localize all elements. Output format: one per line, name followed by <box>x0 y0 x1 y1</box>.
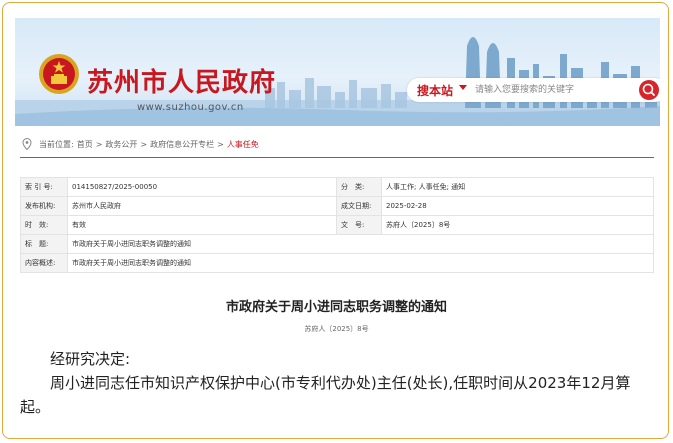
breadcrumb-item-info-disclosure[interactable]: 政府信息公开专栏 <box>150 139 214 150</box>
breadcrumb-item-gov-affairs[interactable]: 政务公开 <box>105 139 137 150</box>
location-pin-icon <box>22 138 32 150</box>
national-emblem-icon <box>39 54 79 94</box>
search-icon <box>642 83 655 96</box>
meta-label-summary: 内容概述: <box>20 253 68 273</box>
body-paragraph: 周小进同志任市知识产权保护中心(市专利代办处)主任(处长),任职时间从2023年… <box>20 374 631 416</box>
meta-value-index: 014150827/2025-00050 <box>67 177 337 197</box>
meta-label-publisher: 发布机构: <box>20 196 68 216</box>
breadcrumb-separator: > <box>140 139 148 149</box>
breadcrumb: 当前位置: 首页 > 政务公开 > 政府信息公开专栏 > 人事任免 <box>22 138 259 150</box>
document-number: 苏府人〔2025〕8号 <box>304 325 369 333</box>
meta-label-validity: 时 效: <box>20 215 68 235</box>
search-scope-select[interactable]: 搜本站 <box>417 82 453 99</box>
breadcrumb-item-personnel[interactable]: 人事任免 <box>227 139 259 150</box>
site-title[interactable]: 苏州市人民政府 <box>87 62 276 99</box>
table-row: 标 题: 市政府关于周小进同志职务调整的通知 <box>20 234 654 254</box>
table-row: 时 效: 有效 文 号: 苏府人〔2025〕8号 <box>20 215 654 235</box>
document-meta-table: 索 引 号: 014150827/2025-00050 分 类: 人事工作; 人… <box>20 177 654 273</box>
meta-label-index: 索 引 号: <box>20 177 68 197</box>
meta-value-summary: 市政府关于周小进同志职务调整的通知 <box>67 253 654 273</box>
document-body: 经研究决定: 周小进同志任市知识产权保护中心(市专利代办处)主任(处长),任职时… <box>20 347 660 419</box>
header-banner: 苏州市人民政府 www.suzhou.gov.cn 搜本站 <box>15 18 660 126</box>
meta-value-title: 市政府关于周小进同志职务调整的通知 <box>67 234 654 254</box>
breadcrumb-divider <box>20 157 654 158</box>
search-bar: 搜本站 <box>407 78 660 102</box>
meta-label-date: 成文日期: <box>336 196 382 216</box>
meta-value-validity: 有效 <box>67 215 337 235</box>
meta-value-doc-number: 苏府人〔2025〕8号 <box>381 215 654 235</box>
chevron-down-icon[interactable] <box>459 85 467 90</box>
search-input[interactable] <box>475 82 625 98</box>
body-paragraph: 经研究决定: <box>50 350 131 368</box>
site-url: www.suzhou.gov.cn <box>137 102 244 113</box>
breadcrumb-separator: > <box>95 139 103 149</box>
document-title: 市政府关于周小进同志职务调整的通知 <box>225 300 447 315</box>
table-row: 内容概述: 市政府关于周小进同志职务调整的通知 <box>20 253 654 273</box>
meta-label-category: 分 类: <box>336 177 382 197</box>
table-row: 索 引 号: 014150827/2025-00050 分 类: 人事工作; 人… <box>20 177 654 197</box>
breadcrumb-separator: > <box>217 139 224 149</box>
meta-label-doc-number: 文 号: <box>336 215 382 235</box>
breadcrumb-item-home[interactable]: 首页 <box>77 139 93 150</box>
meta-value-date: 2025-02-28 <box>381 196 654 216</box>
breadcrumb-prefix: 当前位置: <box>39 139 74 149</box>
meta-value-category: 人事工作; 人事任免; 通知 <box>381 177 654 197</box>
table-row: 发布机构: 苏州市人民政府 成文日期: 2025-02-28 <box>20 196 654 216</box>
meta-value-publisher: 苏州市人民政府 <box>67 196 337 216</box>
search-button[interactable] <box>639 80 659 100</box>
meta-label-title: 标 题: <box>20 234 68 254</box>
